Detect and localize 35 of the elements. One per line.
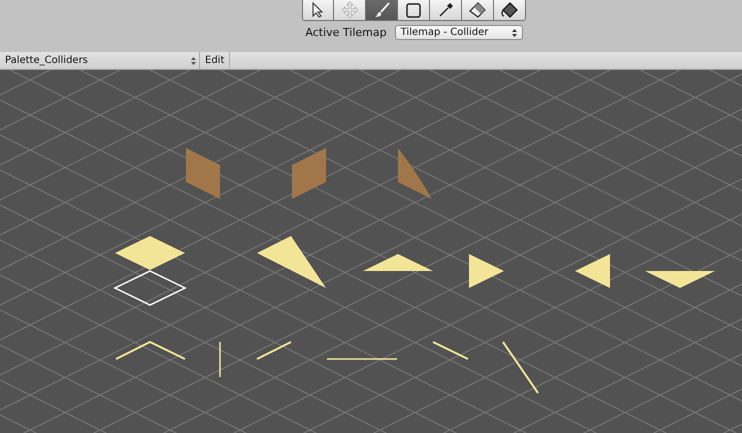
edge-tile[interactable] <box>327 358 397 360</box>
eyedropper-icon <box>438 2 454 18</box>
move-tool-button[interactable] <box>334 0 366 21</box>
square-icon <box>406 2 421 18</box>
paint-bucket-icon <box>500 2 518 18</box>
eraser-icon <box>468 2 486 18</box>
edge-tile[interactable] <box>116 340 186 360</box>
picker-tool-button[interactable] <box>430 0 462 21</box>
edit-button[interactable]: Edit <box>200 52 230 69</box>
cursor-icon <box>311 2 325 18</box>
box-tool-button[interactable] <box>398 0 430 21</box>
wall-tile[interactable] <box>292 148 326 199</box>
dropdown-arrows-icon <box>512 28 517 36</box>
edge-tile[interactable] <box>502 341 539 394</box>
move-icon <box>340 1 358 19</box>
edge-tile[interactable] <box>432 341 468 360</box>
select-tool-button[interactable] <box>302 0 334 21</box>
brush-icon <box>374 2 390 18</box>
active-tilemap-dropdown[interactable]: Tilemap - Collider <box>394 25 523 40</box>
floor-tile[interactable] <box>363 254 433 271</box>
wall-tile[interactable] <box>186 148 220 199</box>
floor-tile[interactable] <box>257 236 326 288</box>
paint-tool-button[interactable] <box>366 0 398 21</box>
erase-tool-button[interactable] <box>462 0 494 21</box>
floor-tile[interactable] <box>575 254 610 288</box>
wall-tile[interactable] <box>398 148 432 199</box>
floor-tile[interactable] <box>645 271 715 288</box>
fill-tool-button[interactable] <box>494 0 526 21</box>
palette-dropdown[interactable]: Palette_Colliders <box>0 52 200 69</box>
active-tilemap-label: Active Tilemap <box>305 26 387 39</box>
dropdown-arrows-icon <box>191 56 196 64</box>
edge-tile[interactable] <box>256 341 292 360</box>
edge-tile[interactable] <box>219 342 221 377</box>
floor-tile[interactable] <box>115 236 185 270</box>
floor-tile[interactable] <box>469 254 504 288</box>
